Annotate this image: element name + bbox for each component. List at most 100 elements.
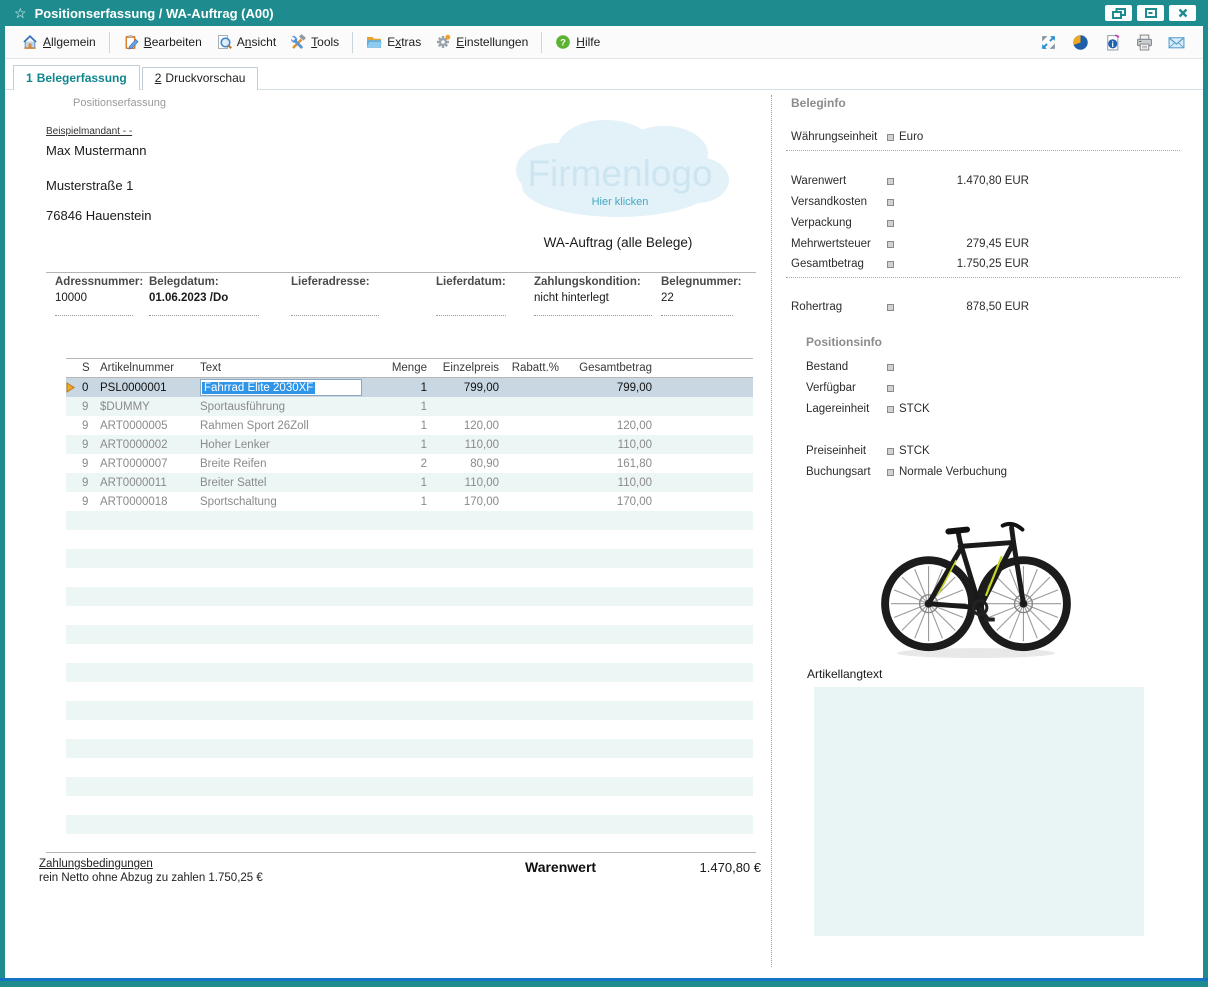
tab-number: 2 (155, 71, 162, 85)
empty-row (66, 739, 753, 758)
cell-artikelnummer: ART0000007 (96, 454, 196, 473)
field-value[interactable] (291, 292, 436, 307)
tab-druckvorschau[interactable]: 2Druckvorschau (142, 67, 259, 90)
payment-terms-link[interactable]: Zahlungsbedingungen (39, 858, 263, 870)
beleginfo-row-w-hrungseinheit: WährungseinheitEuro (791, 130, 1031, 146)
position-row[interactable]: 9$DUMMYSportausführung1 (66, 397, 753, 416)
field-underline (436, 307, 506, 316)
divider-top (46, 272, 756, 273)
menu-item-extras[interactable]: Extras (359, 30, 428, 54)
cell-artikelnummer: PSL0000001 (96, 378, 196, 397)
payment-terms-text: rein Netto ohne Abzug zu zahlen 1.750,25… (39, 872, 263, 884)
header-cell-gesamtbetrag: Gesamtbetrag (563, 359, 656, 377)
cell-einzelpreis: 799,00 (431, 378, 503, 397)
recipient-street[interactable]: Musterstraße 1 (46, 178, 133, 193)
beleginfo-row-mehrwertsteuer: Mehrwertsteuer279,45 EUR (791, 237, 1031, 253)
maximize-button[interactable] (1137, 5, 1164, 21)
field-lieferadresse[interactable]: Lieferadresse: (291, 276, 436, 316)
logo-hint[interactable]: Hier klicken (592, 196, 649, 208)
field-lieferdatum[interactable]: Lieferdatum: (436, 276, 534, 316)
field-value[interactable] (436, 292, 534, 307)
empty-row (66, 777, 753, 796)
window-arrange-icon[interactable] (1040, 34, 1057, 51)
info-label: Lagereinheit (806, 403, 869, 415)
toolbar-right: i (1040, 26, 1185, 58)
position-row[interactable]: 9ART0000018Sportschaltung1170,00170,00 (66, 492, 753, 511)
cell-s: 9 (78, 492, 96, 511)
close-button[interactable] (1169, 5, 1196, 21)
bullet-icon (887, 199, 894, 206)
empty-row (66, 682, 753, 701)
field-belegnummer[interactable]: Belegnummer: 22 (661, 276, 747, 316)
row-marker-cell (66, 435, 78, 454)
info-value: STCK (899, 403, 1059, 415)
cell-menge: 1 (366, 492, 431, 511)
field-adressnummer[interactable]: Adressnummer:10000 (55, 276, 149, 316)
section-label: Positionserfassung (73, 97, 166, 109)
email-icon[interactable] (1168, 34, 1185, 51)
sender-line[interactable]: Beispielmandant - - (46, 126, 132, 137)
longtext-box[interactable] (814, 687, 1144, 936)
position-row[interactable]: 9ART0000011Breiter Sattel1110,00110,00 (66, 473, 753, 492)
titlebar: ☆ Positionserfassung / WA-Auftrag (A00) (0, 0, 1208, 26)
row-marker-cell (66, 397, 78, 416)
recipient-city[interactable]: 76846 Hauenstein (46, 208, 152, 223)
content: Positionserfassung Beispielmandant - - M… (5, 90, 1203, 981)
menu-item-einstellungen[interactable]: Einstellungen (428, 30, 535, 54)
empty-row (66, 549, 753, 568)
company-logo-placeholder[interactable]: Firmenlogo Hier klicken (498, 108, 738, 234)
maximize-icon (1145, 8, 1157, 18)
printer-icon[interactable] (1136, 34, 1153, 51)
document-info-icon[interactable]: i (1104, 34, 1121, 51)
menu-item-label: Extras (387, 35, 421, 49)
recipient-name[interactable]: Max Mustermann (46, 143, 146, 158)
cell-rabatt (503, 454, 563, 473)
bullet-icon (887, 134, 894, 141)
menu-item-allgemein[interactable]: Allgemein (15, 30, 103, 54)
header-cell-einzelpreis: Einzelpreis (431, 359, 503, 377)
positionsinfo-row-lagereinheit: LagereinheitSTCK (806, 402, 1046, 418)
menu-item-ansicht[interactable]: Ansicht (209, 30, 283, 54)
field-label: Belegnummer: (661, 276, 747, 288)
info-value: 1.470,80 EUR (899, 175, 1029, 187)
cell-filler (656, 435, 753, 454)
cell-filler (656, 492, 753, 511)
text-edit-input[interactable]: Fahrrad Elite 2030XF (200, 379, 362, 396)
menu-item-tools[interactable]: Tools (283, 30, 346, 54)
menu-item-hilfe[interactable]: ?Hilfe (548, 30, 607, 54)
field-value[interactable]: nicht hinterlegt (534, 292, 661, 307)
beleginfo-row-versandkosten: Versandkosten (791, 195, 1031, 211)
favorite-star-icon[interactable]: ☆ (14, 5, 27, 22)
menu-item-bearbeiten[interactable]: Bearbeiten (116, 30, 209, 54)
info-value: 1.750,25 EUR (899, 258, 1029, 270)
tab-belegerfassung[interactable]: 1Belegerfassung (13, 65, 140, 90)
position-row[interactable]: 9ART0000005Rahmen Sport 26Zoll1120,00120… (66, 416, 753, 435)
field-belegdatum[interactable]: Belegdatum:01.06.2023 /Do (149, 276, 291, 316)
cell-gesamtbetrag: 161,80 (563, 454, 656, 473)
tab-label: Druckvorschau (165, 71, 245, 85)
pie-chart-icon[interactable] (1072, 34, 1089, 51)
field-value[interactable]: 01.06.2023 /Do (149, 292, 291, 307)
position-row[interactable]: 9ART0000002Hoher Lenker1110,00110,00 (66, 435, 753, 454)
cell-filler (656, 454, 753, 473)
row-marker-cell (66, 492, 78, 511)
field-value[interactable]: 10000 (55, 292, 149, 307)
cell-einzelpreis: 170,00 (431, 492, 503, 511)
cell-rabatt (503, 492, 563, 511)
field-zahlungskondition[interactable]: Zahlungskondition:nicht hinterlegt (534, 276, 661, 316)
header-cell-rabatt: Rabatt.% (503, 359, 563, 377)
empty-row (66, 625, 753, 644)
menu-item-label: Tools (311, 35, 339, 49)
cell-rabatt (503, 378, 563, 397)
header-cell-menge: Menge (366, 359, 431, 377)
position-row[interactable]: 9ART0000007Breite Reifen280,90161,80 (66, 454, 753, 473)
field-value[interactable]: 22 (661, 292, 747, 307)
current-row-marker-icon (66, 382, 75, 393)
cell-text: Breite Reifen (196, 454, 366, 473)
gear-icon (435, 34, 451, 50)
restore-button[interactable] (1105, 5, 1132, 21)
beleginfo-row-gesamtbetrag: Gesamtbetrag1.750,25 EUR (791, 257, 1031, 273)
position-row[interactable]: 0PSL0000001Fahrrad Elite 2030XF1799,0079… (66, 378, 753, 397)
bullet-icon (887, 364, 894, 371)
empty-row (66, 720, 753, 739)
